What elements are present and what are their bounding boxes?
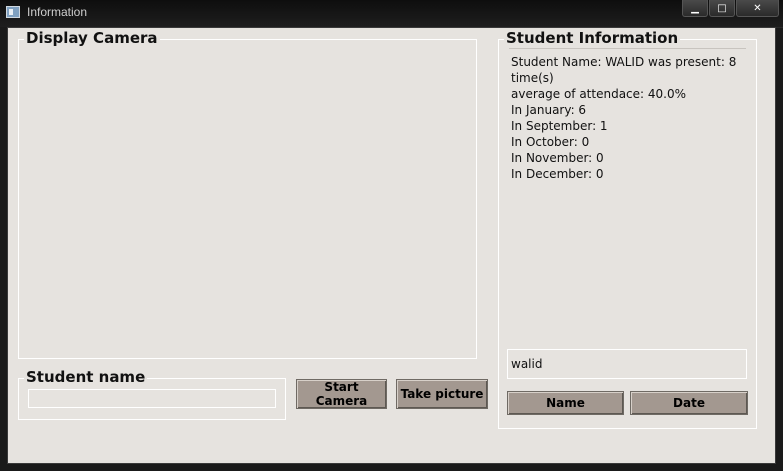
maximize-button[interactable]: □ [709,0,735,17]
camera-display-area [21,42,474,356]
window-controls: ▁ □ ✕ [681,0,779,18]
title-bar[interactable]: Information ▁ □ ✕ [0,0,783,27]
minimize-icon: ▁ [691,2,699,14]
name-button[interactable]: Name [507,391,624,415]
camera-panel: Display Camera [18,29,477,359]
student-name-input[interactable] [28,389,276,408]
student-search-input[interactable] [507,349,747,379]
close-button[interactable]: ✕ [736,0,779,17]
date-button[interactable]: Date [630,391,748,415]
info-line: In October: 0 [511,135,590,149]
info-line: In December: 0 [511,167,604,181]
maximize-icon: □ [717,2,727,14]
start-camera-button[interactable]: Start Camera [296,379,387,409]
close-icon: ✕ [753,2,762,14]
info-line: Student Name: WALID was present: 8 [511,55,737,69]
app-icon [6,6,20,18]
info-line: average of attendace: 40.0% [511,87,687,101]
info-line: time(s) [511,71,554,85]
window-title: Information [27,5,88,19]
info-line: In November: 0 [511,151,604,165]
student-name-panel-title: Student name [24,368,148,386]
info-separator [509,48,746,49]
info-line: In January: 6 [511,103,587,117]
minimize-button[interactable]: ▁ [682,0,708,17]
student-info-text: Student Name: WALID was present: 8 time(… [511,54,746,182]
student-information-title: Student Information [504,29,681,47]
main-window-client: Display Camera Student name Start Camera… [7,27,776,464]
info-line: In September: 1 [511,119,608,133]
take-picture-button[interactable]: Take picture [396,379,488,409]
